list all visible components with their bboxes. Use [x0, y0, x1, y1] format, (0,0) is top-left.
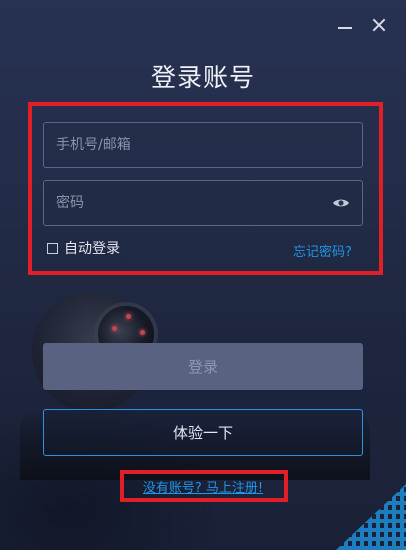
phone-email-input[interactable] [44, 123, 362, 167]
auto-login-label: 自动登录 [64, 241, 120, 257]
eye-icon[interactable] [332, 197, 350, 209]
page-title: 登录账号 [150, 63, 255, 92]
login-window: 登录账号 自动登录 忘记密码? 登录 体验一下 没有账号? 马上注册! [0, 0, 406, 550]
login-button[interactable]: 登录 [43, 343, 363, 390]
minimize-icon[interactable] [334, 14, 356, 36]
forgot-password-link[interactable]: 忘记密码? [293, 241, 352, 260]
password-field[interactable] [43, 180, 363, 226]
register-link[interactable]: 没有账号? 马上注册! [0, 477, 406, 496]
auto-login-checkbox[interactable] [47, 242, 58, 254]
phone-email-field[interactable] [43, 122, 363, 168]
try-button[interactable]: 体验一下 [43, 409, 363, 456]
close-icon[interactable] [368, 14, 390, 36]
auto-login-option[interactable]: 自动登录 [47, 239, 120, 257]
password-input[interactable] [44, 181, 362, 225]
camera-led-decoration [126, 314, 131, 319]
camera-led-decoration [140, 330, 145, 335]
camera-led-decoration [112, 326, 117, 331]
